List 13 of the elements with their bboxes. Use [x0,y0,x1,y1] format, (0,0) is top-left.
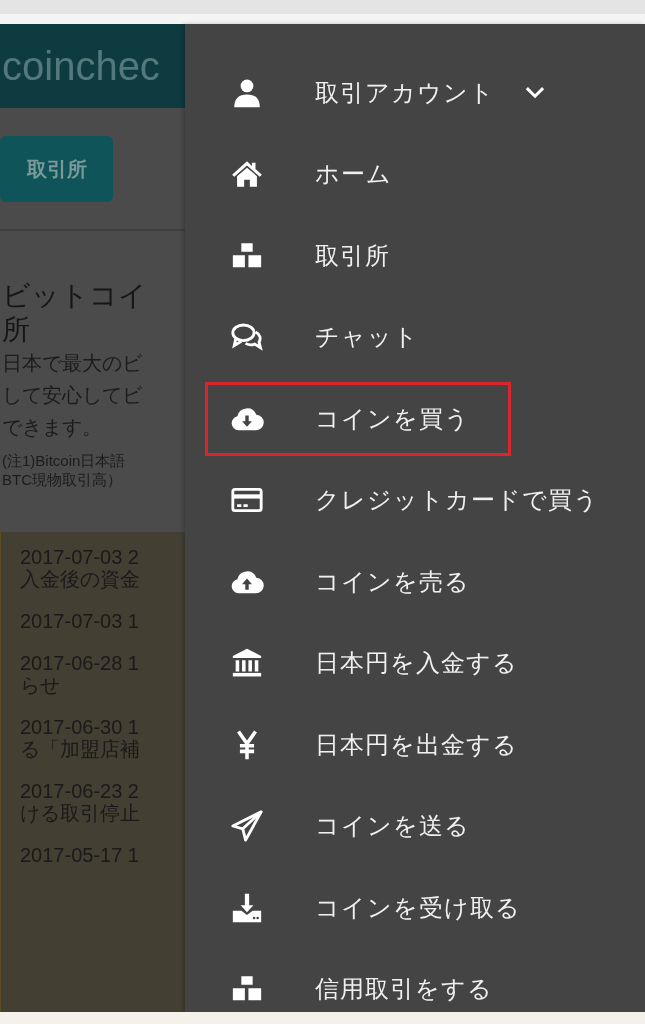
menu-item[interactable]: コインを買う [205,381,511,456]
menu-item[interactable]: コインを売る [205,544,491,619]
menu-item[interactable]: 取引所 [205,218,411,293]
menu-item[interactable]: 日本円を出金する [205,707,539,782]
menu-item[interactable]: チャット [205,300,440,375]
menu-item[interactable]: 日本円を入金する [205,626,539,701]
menu-item[interactable]: 取引アカウント [205,55,566,130]
menu-item[interactable]: ホーム [205,137,413,212]
menu-item[interactable]: クレジットカードで買う [205,463,620,538]
menu-item[interactable]: 信用取引をする [205,952,514,1012]
logo: coinchec [1,43,160,89]
menu-item[interactable]: コインを送る [205,789,491,864]
menu-item[interactable]: コインを受け取る [205,870,542,945]
